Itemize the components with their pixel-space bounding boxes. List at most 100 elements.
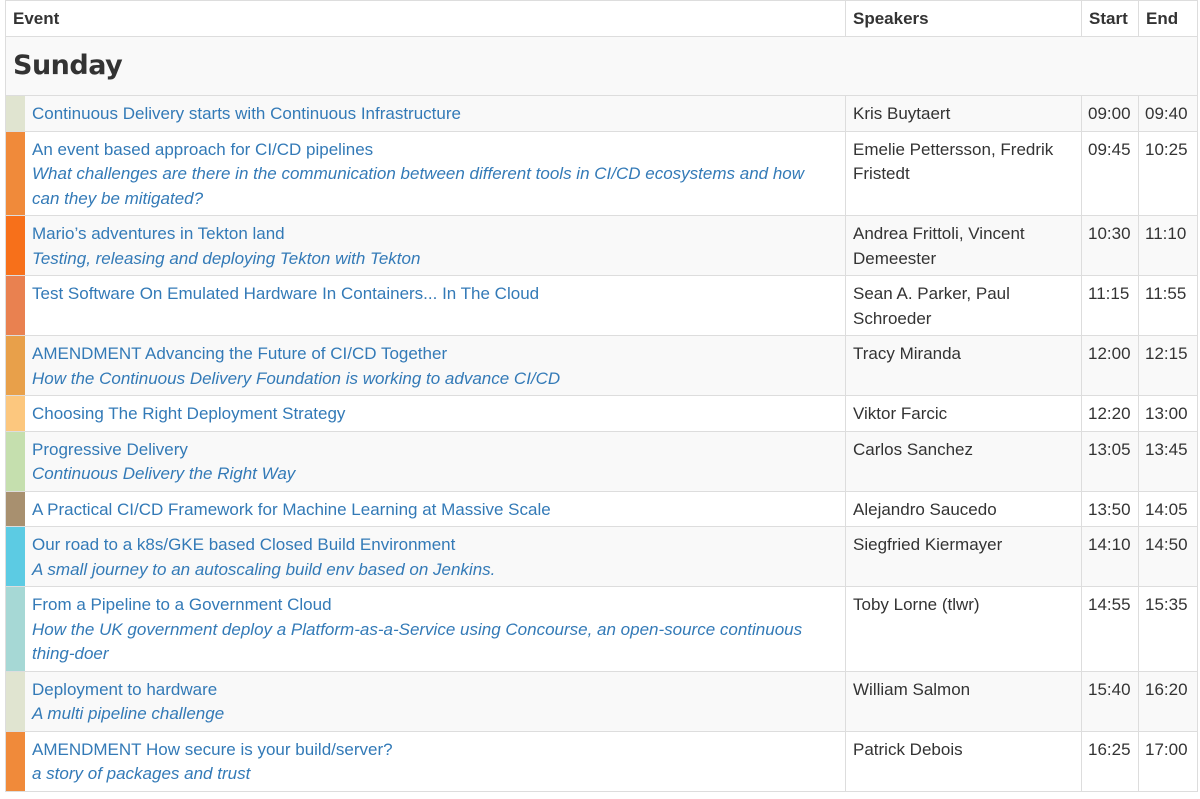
event-subtitle-link[interactable]: A small journey to an autoscaling build … [32,558,835,583]
event-column-header[interactable]: Event [5,0,846,37]
event-cell: Test Software On Emulated Hardware In Co… [5,275,846,336]
end-time-cell: 11:55 [1138,275,1198,336]
event-subtitle-link[interactable]: How the Continuous Delivery Foundation i… [32,367,835,392]
track-color-stripe [6,527,25,586]
end-time-cell: 13:00 [1138,395,1198,432]
track-color-stripe [6,131,25,215]
track-color-stripe [6,671,25,731]
event-cell: Deployment to hardware A multi pipeline c… [5,670,846,732]
day-cell: Sunday [5,36,1198,96]
event-row: AMENDMENT Advancing the Future of CI/CD … [5,335,1198,396]
end-time-cell: 13:45 [1138,430,1198,492]
speakers-cell: Toby Lorne (tlwr) [845,586,1082,672]
event-cell: Continuous Delivery starts with Continuo… [5,95,846,132]
event-title-link[interactable]: A Practical CI/CD Framework for Machine … [32,498,835,523]
event-title-link[interactable]: Choosing The Right Deployment Strategy [32,402,835,427]
speakers-cell: Emelie Pettersson, Fredrik Fristedt [845,130,1082,216]
start-time-cell: 10:30 [1081,215,1139,276]
event-row: Deployment to hardware A multi pipeline c… [5,670,1198,732]
event-cell: An event based approach for CI/CD pipeli… [5,130,846,216]
end-time-cell: 14:05 [1138,490,1198,527]
event-cell: AMENDMENT How secure is your build/serve… [5,730,846,792]
end-time-cell: 15:35 [1138,586,1198,672]
start-time-cell: 09:45 [1081,130,1139,216]
event-subtitle-link[interactable]: a story of packages and trust [32,762,835,787]
end-time-cell: 17:00 [1138,730,1198,792]
end-column-header[interactable]: End [1138,0,1198,37]
event-subtitle-link[interactable]: Testing, releasing and deploying Tekton … [32,247,835,272]
event-cell: Progressive Delivery Continuous Delivery … [5,430,846,492]
track-color-stripe [6,491,25,526]
start-time-cell: 12:20 [1081,395,1139,432]
speakers-cell: Carlos Sanchez [845,430,1082,492]
track-color-stripe [6,216,25,275]
track-color-stripe [6,731,25,791]
event-row: Mario’s adventures in Tekton land Testing… [5,215,1198,276]
event-title-link[interactable]: From a Pipeline to a Government Cloud [32,593,835,618]
start-time-cell: 12:00 [1081,335,1139,396]
event-title-link[interactable]: Mario’s adventures in Tekton land [32,222,835,247]
track-color-stripe [6,96,25,131]
event-subtitle-link[interactable]: How the UK government deploy a Platform-… [32,618,835,667]
start-time-cell: 15:40 [1081,670,1139,732]
start-time-cell: 14:10 [1081,526,1139,587]
track-color-stripe [6,431,25,491]
event-cell: From a Pipeline to a Government Cloud How… [5,586,846,672]
event-row: An event based approach for CI/CD pipeli… [5,130,1198,216]
event-cell: A Practical CI/CD Framework for Machine … [5,490,846,527]
event-cell: AMENDMENT Advancing the Future of CI/CD … [5,335,846,396]
event-title-link[interactable]: An event based approach for CI/CD pipeli… [32,138,835,163]
event-row: AMENDMENT How secure is your build/serve… [5,730,1198,792]
speakers-cell: Siegfried Kiermayer [845,526,1082,587]
schedule-table: Event Speakers Start End Sunday Continuo… [5,0,1198,792]
track-color-stripe [6,587,25,671]
event-row: Test Software On Emulated Hardware In Co… [5,275,1198,336]
track-color-stripe [6,396,25,431]
speakers-column-header[interactable]: Speakers [845,0,1082,37]
event-title-link[interactable]: Test Software On Emulated Hardware In Co… [32,282,835,307]
event-row: Our road to a k8s/GKE based Closed Build… [5,526,1198,587]
event-title-link[interactable]: AMENDMENT How secure is your build/serve… [32,738,835,763]
end-time-cell: 12:15 [1138,335,1198,396]
track-color-stripe [6,276,25,335]
start-column-header[interactable]: Start [1081,0,1139,37]
start-time-cell: 09:00 [1081,95,1139,132]
speakers-cell: William Salmon [845,670,1082,732]
speakers-cell: Tracy Miranda [845,335,1082,396]
event-title-link[interactable]: Progressive Delivery [32,438,835,463]
event-title-link[interactable]: Our road to a k8s/GKE based Closed Build… [32,533,835,558]
event-cell: Choosing The Right Deployment Strategy [5,395,846,432]
track-color-stripe [6,336,25,395]
event-cell: Our road to a k8s/GKE based Closed Build… [5,526,846,587]
start-time-cell: 13:50 [1081,490,1139,527]
speakers-cell: Patrick Debois [845,730,1082,792]
speakers-cell: Sean A. Parker, Paul Schroeder [845,275,1082,336]
start-time-cell: 13:05 [1081,430,1139,492]
speakers-cell: Alejandro Saucedo [845,490,1082,527]
event-row: Continuous Delivery starts with Continuo… [5,95,1198,132]
event-title-link[interactable]: AMENDMENT Advancing the Future of CI/CD … [32,342,835,367]
end-time-cell: 10:25 [1138,130,1198,216]
event-row: Choosing The Right Deployment Strategy Vi… [5,395,1198,432]
event-subtitle-link[interactable]: What challenges are there in the communi… [32,162,835,211]
day-row: Sunday [5,36,1198,96]
end-time-cell: 14:50 [1138,526,1198,587]
event-row: A Practical CI/CD Framework for Machine … [5,490,1198,527]
header-row: Event Speakers Start End [5,0,1198,37]
event-subtitle-link[interactable]: Continuous Delivery the Right Way [32,462,835,487]
end-time-cell: 09:40 [1138,95,1198,132]
event-cell: Mario’s adventures in Tekton land Testing… [5,215,846,276]
start-time-cell: 11:15 [1081,275,1139,336]
event-title-link[interactable]: Continuous Delivery starts with Continuo… [32,102,835,127]
speakers-cell: Andrea Frittoli, Vincent Demeester [845,215,1082,276]
day-heading: Sunday [13,50,123,81]
speakers-cell: Kris Buytaert [845,95,1082,132]
start-time-cell: 14:55 [1081,586,1139,672]
event-row: Progressive Delivery Continuous Delivery … [5,430,1198,492]
event-title-link[interactable]: Deployment to hardware [32,678,835,703]
end-time-cell: 11:10 [1138,215,1198,276]
end-time-cell: 16:20 [1138,670,1198,732]
event-subtitle-link[interactable]: A multi pipeline challenge [32,702,835,727]
speakers-cell: Viktor Farcic [845,395,1082,432]
event-row: From a Pipeline to a Government Cloud How… [5,586,1198,672]
